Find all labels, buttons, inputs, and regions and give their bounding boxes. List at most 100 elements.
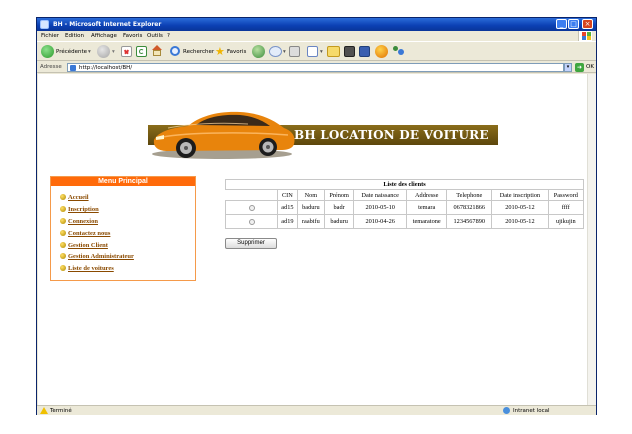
main-menu-title: Menu Principal <box>51 177 195 186</box>
status-bar: Terminé Intranet local <box>37 405 596 415</box>
bullet-icon <box>60 253 66 260</box>
bullet-icon <box>60 265 66 272</box>
row-select-cell <box>225 214 278 229</box>
menu-link-inscription[interactable]: Inscription <box>68 206 99 213</box>
row-radio-button[interactable] <box>248 204 255 211</box>
menu-link-gestion-client[interactable]: Gestion Client <box>68 242 108 249</box>
browser-window: BH - Microsoft Internet Explorer _ □ × F… <box>36 17 597 415</box>
menu-item-inscription[interactable]: Inscription <box>60 205 195 217</box>
page-icon <box>70 65 76 71</box>
forward-arrow-icon[interactable] <box>97 45 110 58</box>
table-caption-row: Liste des clients <box>225 179 584 190</box>
menu-item-connexion[interactable]: Connexion <box>60 217 195 229</box>
cell-cin: ad15 <box>277 200 298 215</box>
menu-bar: Fichier Edition Affichage Favoris Outils… <box>37 31 596 41</box>
forward-dropdown-icon[interactable]: ▾ <box>112 45 115 59</box>
favorites-star-icon[interactable]: ★ <box>215 45 225 59</box>
search-button-label[interactable]: Rechercher <box>183 45 214 59</box>
research-icon[interactable] <box>359 46 370 57</box>
cell-nom: baduru <box>296 200 325 215</box>
title-bar[interactable]: BH - Microsoft Internet Explorer _ □ × <box>37 18 596 31</box>
banner-title: BH LOCATION DE VOITURE <box>294 128 489 142</box>
go-arrow-icon[interactable]: ➜ <box>575 63 584 72</box>
refresh-icon[interactable] <box>136 46 147 57</box>
menu-link-contact[interactable]: Contactez nous <box>68 230 110 237</box>
site-banner: BH LOCATION DE VOITURE <box>148 104 498 160</box>
status-text: Terminé <box>50 408 72 414</box>
menu-edition[interactable]: Edition <box>65 32 84 40</box>
col-cin: CIN <box>277 189 298 201</box>
history-icon[interactable] <box>252 45 265 58</box>
messenger-buddy-icon[interactable] <box>375 45 388 58</box>
col-prenom: Prénom <box>323 189 355 201</box>
menu-fichier[interactable]: Fichier <box>41 32 59 40</box>
page-content: BH LOCATION DE VOITURE Menu Principal Ac… <box>38 74 587 405</box>
edit-dropdown-icon[interactable]: ▾ <box>320 45 323 59</box>
menu-item-gestion-admin[interactable]: Gestion Administrateur <box>60 252 195 264</box>
address-label: Adresse <box>40 64 62 70</box>
main-menu: Menu Principal Accueil Inscription Conne… <box>50 176 196 281</box>
menu-affichage[interactable]: Affichage <box>91 32 117 40</box>
row-select-cell <box>225 200 278 215</box>
back-button-label[interactable]: Précédente <box>56 45 87 59</box>
menu-link-connexion[interactable]: Connexion <box>68 218 98 225</box>
stop-icon[interactable] <box>121 46 132 57</box>
toolbar: Précédente ▾ ▾ Rechercher ★ Favoris ▾ ▾ <box>37 41 596 61</box>
vertical-scrollbar[interactable] <box>587 74 596 405</box>
cell-nom: raabifu <box>296 214 325 229</box>
cell-telephone: 0678321866 <box>446 200 493 215</box>
folder-icon[interactable] <box>327 46 340 57</box>
menu-outils[interactable]: Outils <box>147 32 163 40</box>
address-dropdown-icon[interactable]: ▾ <box>564 63 572 72</box>
cell-date-inscription: 2010-05-12 <box>491 200 549 215</box>
cell-addresse: temara <box>406 200 448 215</box>
search-icon[interactable] <box>170 46 180 56</box>
table-header-row: CIN Nom Prénom Date naissance Addresse T… <box>225 189 585 201</box>
clients-table: Liste des clients CIN Nom Prénom Date na… <box>225 179 585 229</box>
home-icon[interactable] <box>151 45 163 57</box>
mail-icon[interactable] <box>269 46 282 57</box>
menu-item-voitures[interactable]: Liste de voitures <box>60 264 195 276</box>
menu-link-accueil[interactable]: Accueil <box>68 194 89 201</box>
close-button[interactable]: × <box>582 19 593 29</box>
menu-item-accueil[interactable]: Accueil <box>60 193 195 205</box>
menu-item-gestion-client[interactable]: Gestion Client <box>60 241 195 253</box>
address-input[interactable]: http://localhost/BH/ <box>67 63 564 72</box>
back-dropdown-icon[interactable]: ▾ <box>88 45 91 59</box>
cell-date-naissance: 2010-05-10 <box>353 200 408 215</box>
cell-cin: ad19 <box>277 214 298 229</box>
print-icon[interactable] <box>289 46 300 57</box>
cell-telephone: 1234567890 <box>446 214 493 229</box>
select-header <box>225 189 278 201</box>
address-bar: Adresse http://localhost/BH/ ▾ ➜ OK <box>37 62 596 73</box>
bullet-icon <box>60 205 66 212</box>
bullet-icon <box>60 217 66 224</box>
window-title: BH - Microsoft Internet Explorer <box>53 21 162 28</box>
menu-help[interactable]: ? <box>167 32 170 40</box>
favorites-button-label[interactable]: Favoris <box>227 45 246 59</box>
table-caption: Liste des clients <box>225 179 584 190</box>
cell-prenom: baduru <box>323 214 355 229</box>
menu-link-voitures[interactable]: Liste de voitures <box>68 265 114 272</box>
cell-addresse: temaratone <box>406 214 448 229</box>
delete-button[interactable]: Supprimer <box>225 238 277 249</box>
col-password: Password <box>547 189 585 201</box>
users-icon[interactable] <box>392 45 405 58</box>
cell-date-naissance: 2010-04-26 <box>353 214 408 229</box>
col-nom: Nom <box>296 189 325 201</box>
col-telephone: Telephone <box>446 189 493 201</box>
edit-icon[interactable] <box>307 46 318 57</box>
menu-item-contact[interactable]: Contactez nous <box>60 229 195 241</box>
cell-password: ffff <box>547 200 585 215</box>
go-button-label[interactable]: OK <box>586 63 594 72</box>
menu-link-gestion-admin[interactable]: Gestion Administrateur <box>68 253 134 260</box>
back-arrow-icon[interactable] <box>41 45 54 58</box>
menu-favoris[interactable]: Favoris <box>123 32 142 40</box>
mail-dropdown-icon[interactable]: ▾ <box>283 45 286 59</box>
row-radio-button[interactable] <box>248 218 255 225</box>
minimize-button[interactable]: _ <box>556 19 567 29</box>
messenger-icon[interactable] <box>344 46 355 57</box>
cell-prenom: badr <box>323 200 355 215</box>
sports-car-image <box>152 111 295 159</box>
maximize-button[interactable]: □ <box>568 19 579 29</box>
